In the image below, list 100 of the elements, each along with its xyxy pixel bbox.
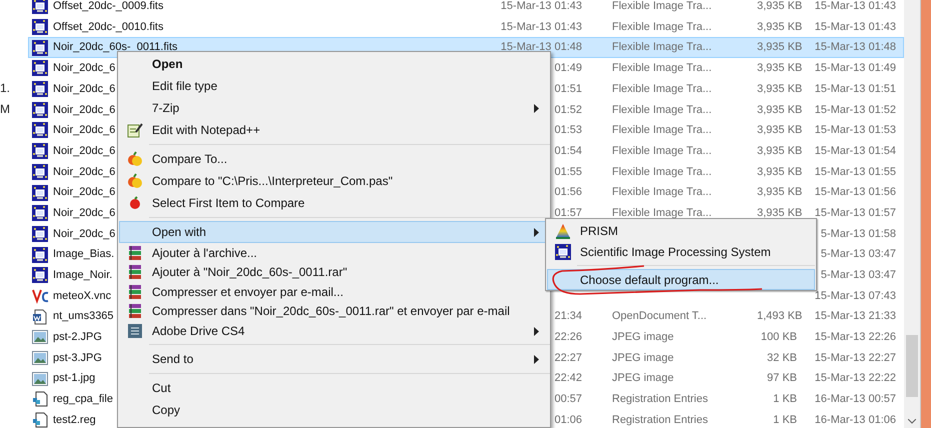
menu-item-label: Adobe Drive CS4 xyxy=(151,323,245,340)
date-created-cell: 15-Mar-13 01:51 xyxy=(814,82,896,95)
date-created-cell: 15-Mar-13 01:43 xyxy=(814,20,896,33)
date-created-cell: 15-Mar-13 01:54 xyxy=(814,144,896,157)
type-cell: JPEG image xyxy=(612,352,674,364)
file-name: meteoX.vnc xyxy=(53,290,112,302)
navigation-item: M xyxy=(0,100,10,118)
type-cell: Registration Entries xyxy=(612,414,708,426)
date-created-cell: 16-Mar-13 00:57 xyxy=(814,393,896,406)
menu-item-label: Open xyxy=(151,56,183,73)
size-cell: 3,935 KB xyxy=(757,186,802,198)
type-cell: Flexible Image Tra... xyxy=(612,62,712,74)
date-modified-cell: 22:42 xyxy=(554,372,582,384)
file-name: Noir_20dc_6 xyxy=(53,166,116,178)
date-created-cell: 15-Mar-13 01:48 xyxy=(814,41,896,54)
menu-item-label: Compresser et envoyer par e-mail... xyxy=(151,284,344,301)
date-modified-cell: 01:49 xyxy=(554,62,582,74)
navigation-item: 1. xyxy=(0,80,10,96)
menu-item-label: Scientific Image Processing System xyxy=(579,244,771,260)
size-cell: 3,935 KB xyxy=(757,144,802,157)
date-created-cell: 15-Mar-13 22:26 xyxy=(814,331,896,344)
type-cell: Flexible Image Tra... xyxy=(612,104,712,116)
file-name: Noir_20dc_6 xyxy=(53,144,116,157)
type-cell: Flexible Image Tra... xyxy=(612,144,712,157)
date-modified-cell: 01:55 xyxy=(554,166,582,178)
size-cell: 100 KB xyxy=(760,331,797,344)
date-modified-cell: 15-Mar-13 01:43 xyxy=(500,20,582,33)
date-created-cell: 15-Mar-13 22:27 xyxy=(814,352,896,364)
menu-item-label: Cut xyxy=(151,380,171,397)
menu-item-label: Compare to "C:\Pris...\Interpreteur_Com.pas" xyxy=(151,173,393,190)
file-name: Noir_20dc_6 xyxy=(53,104,116,116)
file-name: Offset_20dc-_0009.fits xyxy=(53,0,164,12)
file-name: Noir_20dc_6 xyxy=(53,206,116,219)
date-modified-cell: 15-Mar-13 01:48 xyxy=(500,41,582,54)
size-cell: 3,935 KB xyxy=(757,41,802,54)
file-name: Noir_20dc_6 xyxy=(53,124,116,136)
menu-item-label: Compresser dans "Noir_20dc_60s-_0011.rar" et envoyer par e-mail xyxy=(151,303,510,320)
menu-item-label: Edit file type xyxy=(151,78,218,95)
menu-item-label: Choose default program... xyxy=(579,272,719,288)
date-created-cell: 5-Mar-13 03:47 xyxy=(820,269,896,282)
type-cell: Flexible Image Tra... xyxy=(612,186,712,198)
size-cell: 3,935 KB xyxy=(757,62,802,74)
menu-item-label: Ajouter à "Noir_20dc_60s-_0011.rar" xyxy=(151,264,348,282)
size-cell: 3,935 KB xyxy=(757,104,802,116)
date-created-cell: 15-Mar-13 01:57 xyxy=(814,206,896,219)
menu-item-label: Edit with Notepad++ xyxy=(151,122,260,139)
size-cell: 1,493 KB xyxy=(757,310,802,322)
date-modified-cell: 21:34 xyxy=(554,310,582,322)
size-cell: 32 KB xyxy=(767,352,797,364)
file-name: Image_Noir. xyxy=(53,269,112,282)
date-modified-cell: 01:53 xyxy=(554,124,582,136)
date-modified-cell: 01:52 xyxy=(554,104,582,116)
file-name: pst-3.JPG xyxy=(53,352,102,364)
date-modified-cell: 22:27 xyxy=(554,352,582,364)
size-cell: 3,935 KB xyxy=(757,206,802,219)
size-cell: 1 KB xyxy=(773,393,797,406)
date-created-cell: 15-Mar-13 22:22 xyxy=(814,372,896,384)
date-modified-cell: 00:57 xyxy=(554,393,582,406)
date-created-cell: 5-Mar-13 03:47 xyxy=(820,248,896,260)
size-cell: 3,935 KB xyxy=(757,82,802,95)
file-name: pst-1.jpg xyxy=(53,372,96,384)
file-name: Noir_20dc_6 xyxy=(53,62,116,74)
type-cell: JPEG image xyxy=(612,331,674,344)
date-modified-cell: 01:56 xyxy=(554,186,582,198)
date-created-cell: 5-Mar-13 01:58 xyxy=(820,228,896,240)
type-cell: JPEG image xyxy=(612,372,674,384)
type-cell: Flexible Image Tra... xyxy=(612,206,712,219)
type-cell: Registration Entries xyxy=(612,393,708,406)
date-modified-cell: 22:26 xyxy=(554,331,582,344)
menu-item-label: Ajouter à l'archive... xyxy=(151,244,258,262)
file-name: reg_cpa_file xyxy=(53,393,113,406)
date-created-cell: 16-Mar-13 01:06 xyxy=(814,414,896,426)
date-created-cell: 15-Mar-13 01:55 xyxy=(814,166,896,178)
date-modified-cell: 01:57 xyxy=(554,206,582,219)
size-cell: 3,935 KB xyxy=(757,124,802,136)
menu-item-label: 7-Zip xyxy=(151,100,180,117)
menu-item-label: Compare To... xyxy=(151,151,228,168)
type-cell: Flexible Image Tra... xyxy=(612,41,712,54)
file-name: Noir_20dc_6 xyxy=(53,228,116,240)
date-modified-cell: 01:06 xyxy=(554,414,582,426)
date-modified-cell: 01:54 xyxy=(554,144,582,157)
file-name: Image_Bias. xyxy=(53,248,114,260)
type-cell: Flexible Image Tra... xyxy=(612,166,712,178)
file-name: Noir_20dc_6 xyxy=(53,82,116,95)
date-modified-cell: 15-Mar-13 01:43 xyxy=(500,0,582,12)
date-created-cell: 15-Mar-13 07:43 xyxy=(814,290,896,302)
menu-item-label: Open with xyxy=(151,224,206,241)
file-name: test2.reg xyxy=(53,414,96,426)
file-name: Noir_20dc_6 xyxy=(53,186,116,198)
date-created-cell: 15-Mar-13 01:56 xyxy=(814,186,896,198)
menu-item-label: PRISM xyxy=(579,222,618,240)
menu-item-label: Send to xyxy=(151,351,194,368)
date-created-cell: 15-Mar-13 21:33 xyxy=(814,310,896,322)
file-name: nt_ums3365 xyxy=(53,310,114,322)
size-cell: 3,935 KB xyxy=(757,166,802,178)
date-modified-cell: 01:51 xyxy=(554,82,582,95)
date-created-cell: 15-Mar-13 01:53 xyxy=(814,124,896,136)
file-name: pst-2.JPG xyxy=(53,331,102,344)
size-cell: 3,935 KB xyxy=(757,0,802,12)
date-created-cell: 15-Mar-13 01:49 xyxy=(814,62,896,74)
